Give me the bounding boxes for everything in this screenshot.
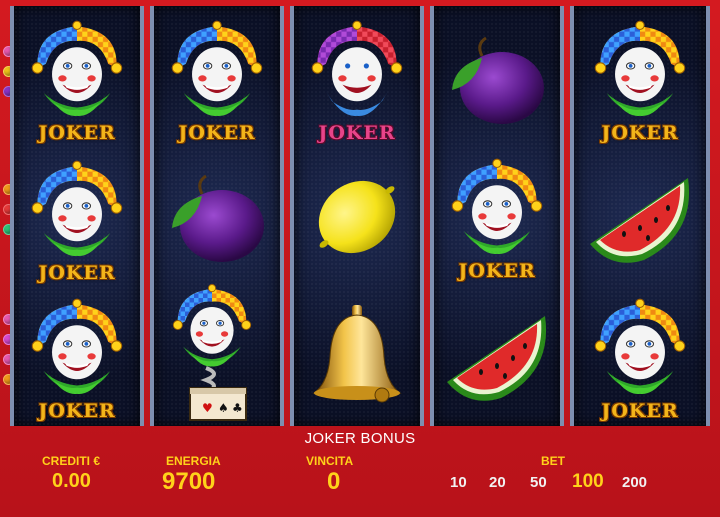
bell-icon [312, 305, 402, 403]
watermelon-icon [447, 316, 547, 401]
reel-4: JOKER [430, 6, 564, 426]
win-label: VINCITA [306, 454, 354, 468]
symbol-plum [154, 150, 280, 288]
symbol-jack-in-the-box: ♥ ♠ ♣ [154, 282, 280, 426]
bet-option-100[interactable]: 100 [572, 471, 604, 493]
reel-3: JOKER [290, 6, 424, 426]
win-value: 0 [327, 468, 341, 495]
joker-icon [311, 20, 403, 116]
joker-label: JOKER [458, 260, 536, 282]
symbol-joker: JOKER [574, 288, 706, 426]
lemon-icon [318, 180, 396, 254]
watermelon-icon [590, 178, 690, 263]
bet-label: BET [541, 454, 565, 468]
plum-icon [452, 36, 544, 124]
symbol-joker: JOKER [574, 10, 706, 148]
bet-option-20[interactable]: 20 [489, 474, 506, 491]
jack-in-the-box-icon: ♥ ♠ ♣ [172, 284, 252, 421]
joker-label: JOKER [38, 400, 116, 422]
joker-label: JOKER [178, 122, 256, 144]
control-panel: JOKER BONUS CREDITI € 0.00 ENERGIA 9700 … [0, 428, 720, 517]
joker-label: JOKER [38, 122, 116, 144]
joker-icon [165, 16, 269, 120]
symbol-joker: JOKER [14, 10, 140, 148]
joker-label: JOKER [601, 122, 679, 144]
symbol-joker: JOKER [434, 148, 560, 286]
symbol-joker: JOKER [14, 150, 140, 288]
credits-label: CREDITI € [42, 454, 101, 468]
symbol-lemon [294, 148, 420, 286]
reel-1: JOKER JOKER JOKER [10, 6, 144, 426]
joker-icon [25, 16, 129, 120]
symbol-joker: JOKER [14, 288, 140, 426]
joker-icon [445, 154, 549, 258]
joker-icon [25, 156, 129, 260]
joker-label: JOKER [601, 400, 679, 422]
symbol-plum [434, 12, 560, 150]
bet-option-200[interactable]: 200 [622, 474, 647, 491]
svg-text:♣: ♣ [232, 401, 243, 415]
joker-label: JOKER [38, 262, 116, 284]
symbol-joker-pink: JOKER [294, 10, 420, 148]
energy-value: 9700 [162, 468, 216, 495]
svg-text:♥: ♥ [202, 401, 213, 415]
symbol-bell [294, 288, 420, 426]
credits-value: 0.00 [52, 470, 91, 492]
joker-icon [588, 294, 692, 398]
joker-icon [588, 16, 692, 120]
svg-text:♠: ♠ [218, 401, 229, 415]
symbol-watermelon [574, 150, 706, 288]
plum-icon [172, 174, 264, 262]
joker-icon [25, 294, 129, 398]
bonus-title: JOKER BONUS [304, 430, 416, 447]
energy-label: ENERGIA [166, 454, 221, 468]
reel-2: JOKER ♥ ♠ ♣ [150, 6, 284, 426]
symbol-joker: JOKER [154, 10, 280, 148]
bet-option-10[interactable]: 10 [450, 474, 467, 491]
joker-label: JOKER [318, 122, 396, 144]
bet-option-50[interactable]: 50 [530, 474, 547, 491]
reel-5: JOKER JOKER [570, 6, 710, 426]
symbol-watermelon [434, 288, 560, 426]
